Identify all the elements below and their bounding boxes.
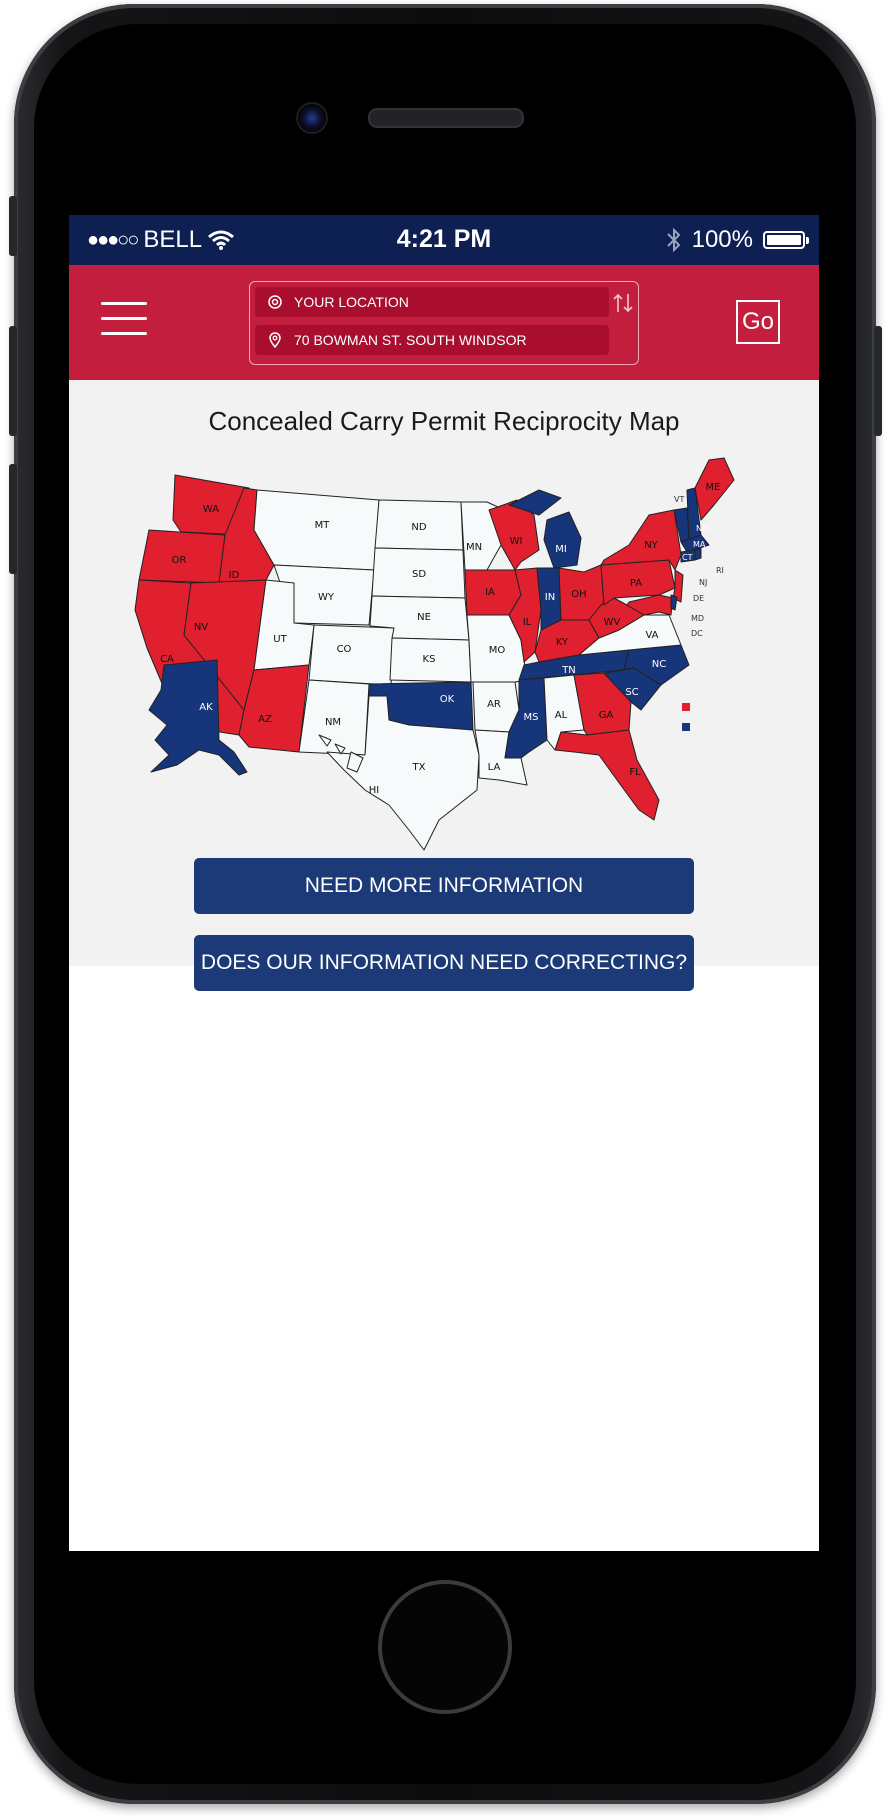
state-label-SC: SC bbox=[625, 687, 638, 698]
report-correction-button[interactable]: DOES OUR INFORMATION NEED CORRECTING? bbox=[194, 935, 694, 991]
state-label-WA: WA bbox=[203, 504, 219, 515]
route-input-box: YOUR LOCATION 70 BOWMAN ST. SOUTH WINDSO… bbox=[249, 281, 639, 365]
state-label-AR: AR bbox=[487, 699, 501, 710]
state-label-ID: ID bbox=[229, 570, 240, 581]
state-label-LA: LA bbox=[488, 762, 501, 773]
state-label-KS: KS bbox=[423, 654, 436, 665]
state-label-MN: MN bbox=[466, 542, 482, 553]
need-more-information-button[interactable]: NEED MORE INFORMATION bbox=[194, 858, 694, 914]
state-label-TN: TN bbox=[561, 665, 576, 676]
destination-value: 70 BOWMAN ST. SOUTH WINDSOR bbox=[294, 332, 527, 348]
volume-up-button bbox=[9, 326, 17, 436]
state-label-MT: MT bbox=[315, 520, 331, 531]
battery-percent: 100% bbox=[691, 226, 753, 253]
legend-blue-swatch bbox=[682, 723, 690, 731]
state-label-CO: CO bbox=[337, 644, 352, 655]
state-label-AL: AL bbox=[555, 710, 568, 721]
state-label-NC: NC bbox=[652, 659, 666, 670]
mute-switch bbox=[9, 196, 17, 256]
state-label-NJ: NJ bbox=[699, 578, 707, 587]
state-FL bbox=[554, 729, 660, 821]
state-label-WI: WI bbox=[510, 536, 523, 547]
state-label-PA: PA bbox=[630, 578, 642, 589]
state-label-CT: CT bbox=[682, 553, 693, 562]
state-label-TX: TX bbox=[412, 762, 426, 773]
state-label-OK: OK bbox=[440, 694, 455, 705]
bluetooth-icon bbox=[666, 227, 681, 253]
state-label-KY: KY bbox=[556, 637, 569, 648]
state-label-CA: CA bbox=[160, 654, 174, 665]
state-label-ME: ME bbox=[706, 482, 721, 493]
state-label-NM: NM bbox=[325, 717, 341, 728]
state-label-MS: MS bbox=[524, 712, 539, 723]
earpiece-speaker bbox=[368, 108, 524, 128]
state-label-FL: FL bbox=[629, 767, 641, 778]
state-label-WV: WV bbox=[604, 617, 621, 628]
app-screen: ●●●○○ BELL 4:21 PM 100% YOUR LOCATION 70… bbox=[69, 215, 819, 1551]
state-label-MA: MA bbox=[693, 540, 706, 549]
state-label-NH: NH bbox=[696, 524, 708, 533]
go-button[interactable]: Go bbox=[736, 300, 780, 344]
state-label-ND: ND bbox=[411, 522, 426, 533]
app-header: YOUR LOCATION 70 BOWMAN ST. SOUTH WINDSO… bbox=[69, 265, 819, 380]
state-label-NV: NV bbox=[194, 622, 208, 633]
origin-field[interactable]: YOUR LOCATION bbox=[255, 287, 609, 317]
state-RI bbox=[694, 547, 702, 561]
front-camera bbox=[296, 102, 328, 134]
state-label-UT: UT bbox=[273, 634, 287, 645]
state-label-IN: IN bbox=[545, 592, 555, 603]
state-label-DE: DE bbox=[693, 594, 704, 603]
location-target-icon bbox=[268, 295, 282, 309]
map-pin-icon bbox=[269, 332, 281, 348]
state-label-SD: SD bbox=[412, 569, 426, 580]
origin-value: YOUR LOCATION bbox=[294, 294, 409, 310]
state-label-MI: MI bbox=[555, 544, 567, 555]
state-label-IL: IL bbox=[523, 617, 532, 628]
home-button[interactable] bbox=[378, 1580, 512, 1714]
power-button bbox=[874, 326, 882, 436]
state-label-AZ: AZ bbox=[258, 714, 272, 725]
legend-red-swatch bbox=[682, 703, 690, 711]
state-label-RI: RI bbox=[716, 566, 724, 575]
state-label-HI: HI bbox=[369, 785, 379, 796]
destination-field[interactable]: 70 BOWMAN ST. SOUTH WINDSOR bbox=[255, 325, 609, 355]
state-label-OR: OR bbox=[172, 555, 187, 566]
volume-down-button bbox=[9, 464, 17, 574]
state-label-OH: OH bbox=[571, 589, 586, 600]
state-label-GA: GA bbox=[599, 710, 614, 721]
state-label-MO: MO bbox=[489, 645, 506, 656]
status-bar: ●●●○○ BELL 4:21 PM 100% bbox=[69, 215, 819, 265]
state-label-VA: VA bbox=[645, 630, 658, 641]
state-label-VT: VT bbox=[674, 495, 684, 504]
state-label-DC: DC bbox=[691, 629, 703, 638]
swap-arrows-icon[interactable] bbox=[612, 292, 634, 314]
state-CO bbox=[308, 624, 395, 686]
state-label-NY: NY bbox=[644, 540, 658, 551]
state-DE bbox=[670, 594, 678, 611]
state-label-MD: MD bbox=[691, 614, 704, 623]
state-label-AK: AK bbox=[199, 702, 213, 713]
state-label-NE: NE bbox=[417, 612, 431, 623]
state-label-WY: WY bbox=[318, 592, 335, 603]
battery-icon bbox=[763, 231, 809, 249]
hamburger-menu-icon[interactable] bbox=[101, 302, 147, 338]
state-label-IA: IA bbox=[485, 587, 495, 598]
